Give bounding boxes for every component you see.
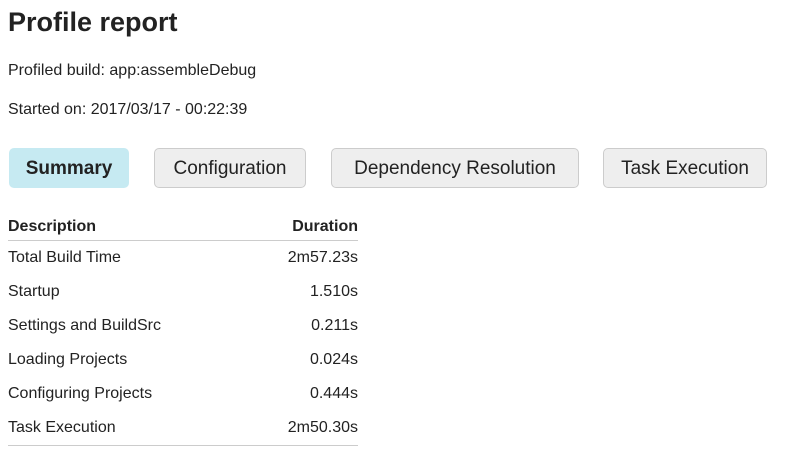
table-row: Task Execution 2m50.30s [8,411,358,446]
tab-configuration[interactable]: Configuration [154,148,306,188]
table-row: Configuring Projects 0.444s [8,377,358,411]
row-duration: 2m57.23s [287,249,358,266]
row-duration: 0.444s [309,385,358,402]
row-description: Startup [8,283,60,300]
duration-column-header: Duration [247,213,358,241]
table-row: Total Build Time 2m57.23s [8,241,358,276]
row-description: Task Execution [8,411,248,446]
row-duration: 0.024s [309,351,358,368]
table-row: Loading Projects 0.024s [8,343,358,377]
tab-summary[interactable]: Summary [9,148,129,188]
row-duration: 0.211s [311,317,358,334]
page-title: Profile report [8,7,178,37]
row-description: Settings and BuildSrc [8,317,161,334]
table-row: Settings and BuildSrc 0.211s [8,309,358,343]
tab-dependency-resolution[interactable]: Dependency Resolution [331,148,579,188]
table-header-row: Description Duration [8,213,358,241]
row-duration: 2m50.30s [247,411,358,446]
row-description: Configuring Projects [8,385,153,402]
row-description: Total Build Time [8,249,121,266]
tab-task-execution[interactable]: Task Execution [603,148,767,188]
row-duration: 1.510s [309,283,358,300]
started-on-text: Started on: 2017/03/17 - 00:22:39 [8,101,248,118]
description-column-header: Description [8,213,248,241]
table-row: Startup 1.510s [8,275,358,309]
profiled-build-text: Profiled build: app:assembleDebug [8,62,257,79]
report-tabs: Summary Configuration Dependency Resolut… [8,148,778,188]
summary-table: Description Duration Total Build Time 2m… [8,213,358,446]
row-description: Loading Projects [8,351,128,368]
